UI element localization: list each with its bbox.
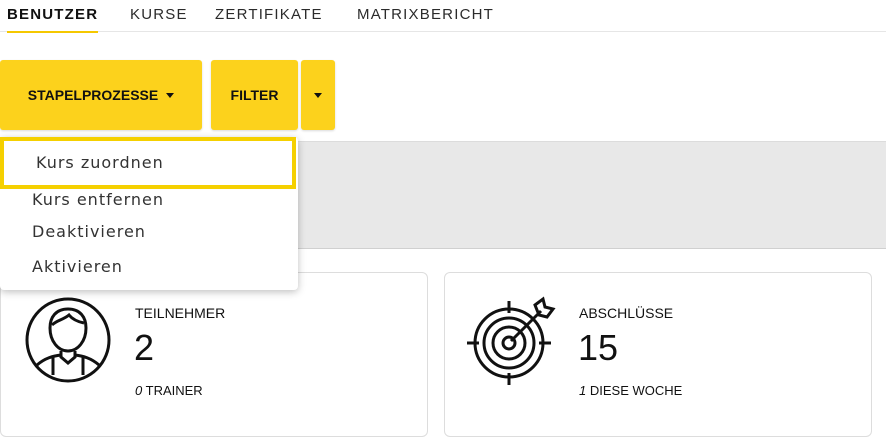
participants-trainer-line: 0 TRAINER: [135, 383, 203, 398]
caret-down-icon: [166, 92, 175, 98]
tab-bar: BENUTZER KURSE ZERTIFIKATE MATRIXBERICHT: [0, 0, 886, 33]
batch-process-menu: Kurs zuordnen Kurs entfernen Deaktiviere…: [0, 137, 298, 290]
tab-kurse[interactable]: KURSE: [130, 6, 188, 32]
user-icon: [25, 297, 111, 383]
menu-item-kurs-entfernen[interactable]: Kurs entfernen: [32, 190, 164, 209]
tab-zertifikate[interactable]: ZERTIFIKATE: [215, 6, 323, 32]
filter-label: FILTER: [230, 87, 279, 103]
batch-process-button[interactable]: STAPELPROZESSE: [0, 60, 202, 130]
menu-item-aktivieren[interactable]: Aktivieren: [32, 257, 123, 276]
completions-week-line: 1 DIESE WOCHE: [579, 383, 682, 398]
menu-item-deaktivieren[interactable]: Deaktivieren: [32, 222, 146, 241]
trainer-label: TRAINER: [145, 383, 203, 398]
completions-count: 15: [578, 327, 619, 368]
menu-item-kurs-zuordnen[interactable]: Kurs zuordnen: [0, 137, 296, 189]
participants-card[interactable]: TEILNEHMER 2 0 TRAINER: [0, 272, 428, 437]
tab-matrixbericht[interactable]: MATRIXBERICHT: [357, 6, 494, 32]
batch-process-label: STAPELPROZESSE: [27, 87, 159, 103]
week-label: DIESE WOCHE: [589, 383, 683, 398]
target-icon: [467, 296, 556, 385]
participants-label: TEILNEHMER: [135, 305, 226, 321]
participants-count: 2: [134, 327, 155, 368]
page: BENUTZER KURSE ZERTIFIKATE MATRIXBERICHT…: [0, 0, 886, 437]
completions-card[interactable]: ABSCHLÜSSE 15 1 DIESE WOCHE: [444, 272, 872, 437]
filter-button[interactable]: FILTER: [211, 60, 298, 130]
completions-label: ABSCHLÜSSE: [579, 305, 674, 321]
week-count: 1: [579, 383, 587, 398]
tab-benutzer[interactable]: BENUTZER: [7, 6, 99, 33]
caret-down-icon: [314, 92, 322, 98]
filter-dropdown-toggle[interactable]: [301, 60, 335, 130]
trainer-count: 0: [135, 383, 143, 398]
